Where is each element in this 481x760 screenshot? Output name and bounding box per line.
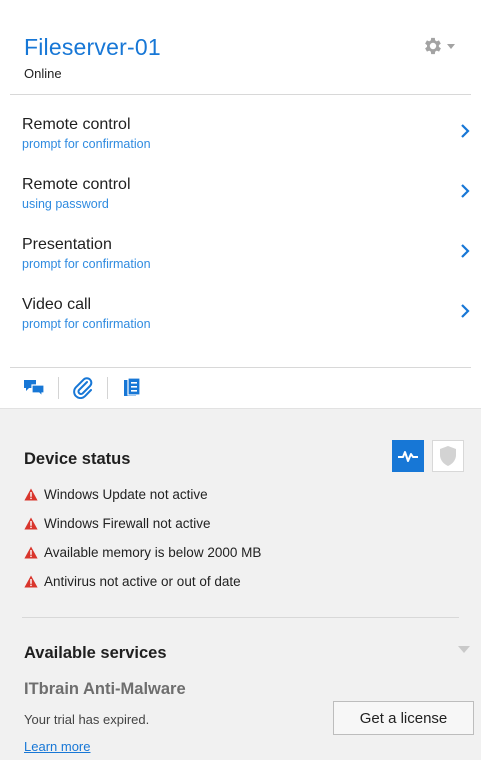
settings-menu-button[interactable] [422, 34, 468, 58]
action-subtitle: prompt for confirmation [22, 257, 151, 271]
clipboard-icon [124, 377, 141, 396]
service-name: ITbrain Anti-Malware [24, 680, 186, 698]
chevron-right-icon [461, 304, 470, 318]
divider [10, 367, 471, 368]
warning-text: Windows Update not active [44, 486, 208, 502]
health-monitor-button[interactable] [392, 440, 424, 472]
learn-more-link[interactable]: Learn more [24, 739, 90, 754]
device-panel: Fileserver-01 Online Remote control prom… [0, 0, 481, 399]
device-name: Fileserver-01 [24, 34, 161, 60]
device-status-heading: Device status [24, 450, 131, 468]
chevron-right-icon [461, 244, 470, 258]
action-subtitle: prompt for confirmation [22, 317, 151, 331]
action-title: Remote control [22, 176, 131, 193]
chevron-right-icon [461, 124, 470, 138]
chevron-right-icon [461, 184, 470, 198]
status-warning: Windows Update not active [24, 485, 208, 503]
available-services-heading: Available services [24, 644, 167, 662]
collapse-toggle-icon[interactable] [458, 646, 470, 653]
service-note: Your trial has expired. [24, 712, 150, 727]
warning-icon [24, 488, 38, 500]
chat-button[interactable] [10, 374, 58, 402]
action-subtitle: using password [22, 197, 109, 211]
action-title: Presentation [22, 236, 112, 253]
warning-icon [24, 546, 38, 558]
pulse-icon [398, 451, 418, 462]
warning-icon [24, 517, 38, 529]
chevron-down-icon [447, 43, 455, 49]
warning-text: Available memory is below 2000 MB [44, 544, 262, 560]
action-remote-control-password[interactable]: Remote control using password [0, 176, 481, 228]
attachment-icon [73, 377, 93, 399]
protection-button[interactable] [432, 440, 464, 472]
status-warning: Windows Firewall not active [24, 514, 211, 532]
quick-toolbar [10, 374, 156, 402]
status-warning: Antivirus not active or out of date [24, 572, 241, 590]
divider [10, 94, 471, 95]
action-presentation[interactable]: Presentation prompt for confirmation [0, 236, 481, 288]
divider [22, 617, 459, 618]
device-state: Online [24, 66, 62, 81]
action-title: Remote control [22, 116, 131, 133]
warning-text: Antivirus not active or out of date [44, 573, 241, 589]
gear-icon [425, 37, 441, 55]
action-remote-control-confirm[interactable]: Remote control prompt for confirmation [0, 116, 481, 168]
action-title: Video call [22, 296, 92, 313]
action-video-call[interactable]: Video call prompt for confirmation [0, 296, 481, 348]
clipboard-button[interactable] [108, 374, 156, 402]
shield-icon [440, 446, 456, 466]
attachment-button[interactable] [59, 374, 107, 402]
warning-icon [24, 575, 38, 587]
get-license-button[interactable]: Get a license [333, 701, 474, 735]
action-subtitle: prompt for confirmation [22, 137, 151, 151]
warning-text: Windows Firewall not active [44, 515, 211, 531]
status-warning: Available memory is below 2000 MB [24, 543, 261, 561]
chat-icon [24, 380, 45, 398]
